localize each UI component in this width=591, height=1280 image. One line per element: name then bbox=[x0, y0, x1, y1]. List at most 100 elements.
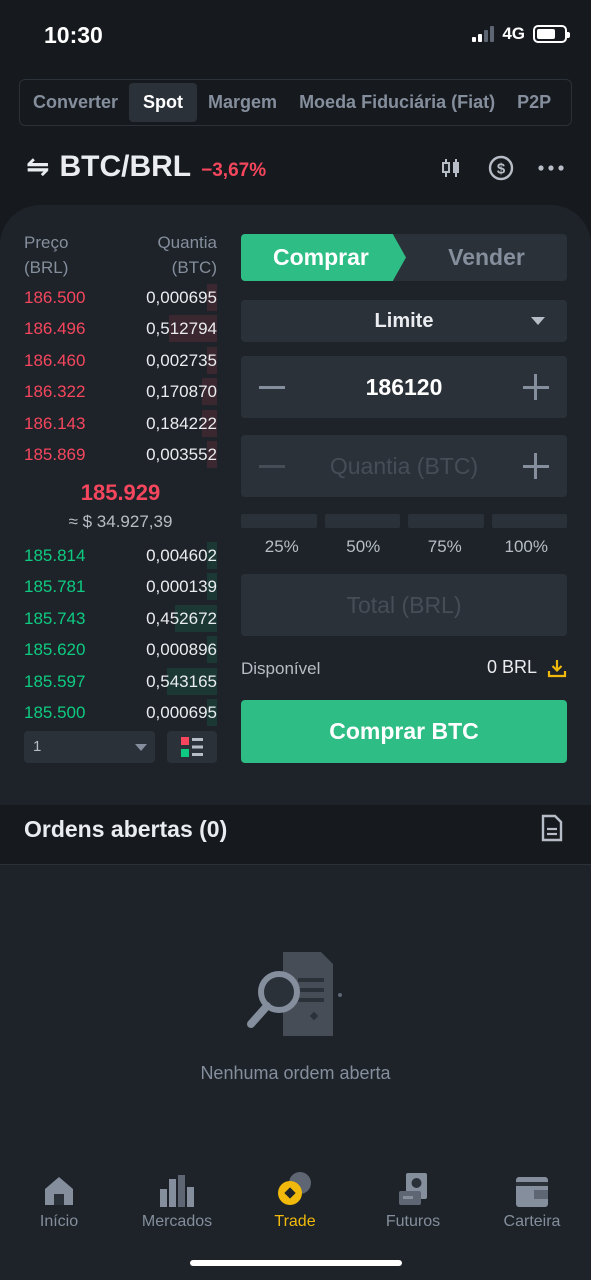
available-balance: 0 BRL bbox=[487, 657, 567, 678]
bid-row[interactable]: 185.597 0,543165 bbox=[24, 666, 217, 697]
header-actions: $ bbox=[437, 154, 565, 182]
nav-home[interactable]: Início bbox=[0, 1165, 118, 1231]
ask-qty: 0,184222 bbox=[146, 413, 217, 433]
price-input[interactable]: 186120 bbox=[241, 356, 567, 418]
available-value: 0 BRL bbox=[486, 657, 537, 677]
tab-buy[interactable]: Comprar bbox=[241, 234, 406, 281]
bottom-nav: Início Mercados Trade Futuros Carteira bbox=[0, 1135, 591, 1280]
price-unit: (BRL) bbox=[24, 258, 69, 277]
nav-futures-label: Futuros bbox=[385, 1213, 441, 1230]
bid-qty: 0,004602 bbox=[146, 545, 217, 565]
ask-qty: 0,170870 bbox=[146, 381, 217, 401]
bid-row[interactable]: 185.743 0,452672 bbox=[24, 603, 217, 634]
percent-25[interactable]: 25% bbox=[241, 537, 323, 557]
percent-segment[interactable] bbox=[241, 514, 317, 528]
percent-labels: 25% 50% 75% 100% bbox=[241, 537, 567, 557]
bid-price: 185.814 bbox=[24, 545, 86, 565]
bid-qty: 0,000695 bbox=[146, 702, 217, 722]
nav-trade[interactable]: Trade bbox=[236, 1165, 354, 1231]
ask-row[interactable]: 186.496 0,512794 bbox=[24, 313, 217, 344]
nav-markets-label: Mercados bbox=[141, 1213, 213, 1230]
svg-text:$: $ bbox=[497, 161, 506, 178]
markets-icon bbox=[118, 1165, 236, 1207]
tab-converter[interactable]: Converter bbox=[22, 83, 129, 122]
bid-row[interactable]: 185.814 0,004602 bbox=[24, 540, 217, 571]
buy-btc-button[interactable]: Comprar BTC bbox=[241, 700, 567, 763]
nav-markets[interactable]: Mercados bbox=[118, 1165, 236, 1231]
tab-sell[interactable]: Vender bbox=[406, 234, 567, 281]
bid-price: 185.500 bbox=[24, 702, 86, 722]
bid-row[interactable]: 185.500 0,000695 bbox=[24, 697, 217, 728]
increase-quantity-icon-vertical[interactable] bbox=[534, 453, 537, 479]
pair-selector[interactable]: ⇋ BTC/BRL −3,67% bbox=[26, 150, 266, 184]
ask-row[interactable]: 186.500 0,000695 bbox=[24, 282, 217, 313]
quantity-input[interactable]: Quantia (BTC) bbox=[241, 435, 567, 497]
order-history-icon[interactable] bbox=[541, 814, 563, 847]
ask-price: 186.496 bbox=[24, 318, 86, 338]
decrease-quantity-icon[interactable] bbox=[259, 465, 285, 468]
wallet-icon bbox=[473, 1165, 591, 1207]
depth-precision-value: 1 bbox=[33, 738, 42, 755]
percent-segment[interactable] bbox=[491, 514, 567, 528]
futures-icon bbox=[354, 1165, 472, 1207]
empty-state-text: Nenhuma ordem aberta bbox=[200, 1063, 391, 1083]
tab-margin[interactable]: Margem bbox=[197, 83, 288, 122]
bid-row[interactable]: 185.781 0,000139 bbox=[24, 571, 217, 602]
tab-p2p[interactable]: P2P bbox=[506, 83, 562, 122]
bid-qty: 0,000896 bbox=[146, 639, 217, 659]
signal-icon bbox=[472, 26, 495, 42]
nav-wallet-label: Carteira bbox=[503, 1213, 561, 1230]
percent-segment[interactable] bbox=[408, 514, 484, 528]
qty-unit: (BTC) bbox=[171, 258, 217, 277]
bid-row[interactable]: 185.620 0,000896 bbox=[24, 634, 217, 665]
depth-precision-select[interactable]: 1 bbox=[24, 731, 155, 763]
percent-75[interactable]: 75% bbox=[404, 537, 486, 557]
ask-row[interactable]: 186.460 0,002735 bbox=[24, 345, 217, 376]
bid-qty: 0,543165 bbox=[146, 671, 217, 691]
amount-percent-slider[interactable] bbox=[241, 514, 567, 528]
nav-wallet[interactable]: Carteira bbox=[473, 1165, 591, 1231]
ask-price: 186.322 bbox=[24, 381, 86, 401]
orderbook-layout-button[interactable] bbox=[167, 731, 217, 763]
trade-mode-tabs: Converter Spot Margem Moeda Fiduciária (… bbox=[19, 79, 572, 126]
more-options-icon[interactable] bbox=[537, 154, 565, 182]
tab-fiat[interactable]: Moeda Fiduciária (Fiat) bbox=[288, 83, 506, 122]
nav-home-label: Início bbox=[39, 1213, 79, 1230]
total-input[interactable]: Total (BRL) bbox=[241, 574, 567, 636]
ask-row[interactable]: 185.869 0,003552 bbox=[24, 439, 217, 470]
orderbook-header: Preço (BRL) Quantia (BTC) bbox=[24, 230, 217, 280]
decrease-price-icon[interactable] bbox=[259, 386, 285, 389]
bid-price: 185.620 bbox=[24, 639, 86, 659]
trade-icon bbox=[236, 1165, 354, 1207]
ask-row[interactable]: 186.322 0,170870 bbox=[24, 376, 217, 407]
price-header: Preço bbox=[24, 233, 69, 252]
chevron-down-icon bbox=[531, 317, 545, 325]
chevron-down-icon bbox=[135, 744, 147, 751]
available-label: Disponível bbox=[241, 659, 321, 678]
ask-row[interactable]: 186.143 0,184222 bbox=[24, 408, 217, 439]
candlestick-chart-icon[interactable] bbox=[437, 154, 465, 182]
ask-price: 186.500 bbox=[24, 287, 86, 307]
no-orders-icon bbox=[243, 948, 348, 1040]
open-orders-title[interactable]: Ordens abertas (0) bbox=[24, 816, 227, 843]
last-price[interactable]: 185.929 bbox=[24, 480, 217, 506]
orderbook-layout-icon bbox=[181, 737, 203, 757]
bid-qty: 0,452672 bbox=[146, 608, 217, 628]
pair-name: BTC/BRL bbox=[59, 150, 192, 183]
dollar-coin-icon[interactable]: $ bbox=[487, 154, 515, 182]
percent-100[interactable]: 100% bbox=[486, 537, 568, 557]
buy-sell-toggle: Comprar Vender bbox=[241, 234, 567, 281]
price-stepper: 186120 bbox=[241, 356, 567, 418]
last-price-fiat: ≈ $ 34.927,39 bbox=[68, 512, 173, 531]
ask-qty: 0,000695 bbox=[146, 287, 217, 307]
ask-qty: 0,002735 bbox=[146, 350, 217, 370]
order-type-select[interactable]: Limite bbox=[241, 300, 567, 342]
ask-price: 186.460 bbox=[24, 350, 86, 370]
increase-price-icon-vertical[interactable] bbox=[534, 374, 537, 400]
tab-spot[interactable]: Spot bbox=[129, 83, 198, 122]
nav-futures[interactable]: Futuros bbox=[354, 1165, 472, 1231]
deposit-icon[interactable] bbox=[547, 658, 567, 678]
percent-segment[interactable] bbox=[324, 514, 400, 528]
percent-50[interactable]: 50% bbox=[323, 537, 405, 557]
ask-price: 185.869 bbox=[24, 444, 86, 464]
